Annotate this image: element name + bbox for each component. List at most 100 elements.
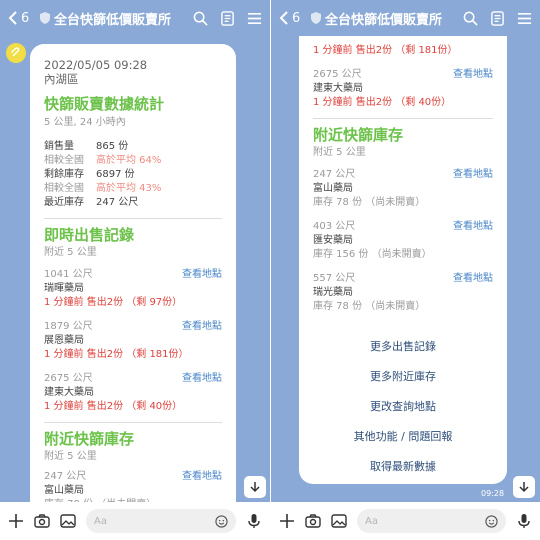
camera-icon[interactable] xyxy=(34,513,50,529)
chat-title[interactable]: 全台快篩低價販賣所 xyxy=(40,9,193,28)
change-location-button[interactable]: 更改查詢地點 xyxy=(313,392,493,422)
view-location-link[interactable]: 查看地點 xyxy=(182,268,222,282)
message-input[interactable]: Aa xyxy=(357,509,506,533)
stock-distance: 247 公尺 xyxy=(313,169,356,180)
plus-icon[interactable] xyxy=(8,513,24,529)
verified-shield-icon xyxy=(311,12,321,24)
stock-distance: 403 公尺 xyxy=(313,221,356,232)
screens: 6 全台快篩低價販賣所 2022/05/05 09:28 內湖區 快篩販賣數據統… xyxy=(0,0,540,540)
divider xyxy=(313,118,493,119)
back-button[interactable]: 6 xyxy=(0,11,40,26)
sale-status: 1 分鐘前 售出2份 （剩 40份） xyxy=(44,401,183,412)
stock-record: 247 公尺 查看地點 富山藥局 庫存 78 份 （尚未開賣） xyxy=(313,168,493,210)
emoji-icon[interactable] xyxy=(485,514,498,528)
image-icon[interactable] xyxy=(60,513,76,529)
stat-value: 6897 份 xyxy=(96,169,135,180)
view-location-link[interactable]: 查看地點 xyxy=(453,68,493,82)
input-placeholder: Aa xyxy=(365,515,378,527)
stat-value: 高於平均 64% xyxy=(96,155,162,166)
stat-value: 865 份 xyxy=(96,141,129,152)
view-location-link[interactable]: 查看地點 xyxy=(453,272,493,286)
unread-count: 6 xyxy=(292,10,301,26)
sale-record: 1041 公尺 查看地點 瑞暉藥局 1 分鐘前 售出2份 （剩 97份） xyxy=(44,268,222,310)
view-location-link[interactable]: 查看地點 xyxy=(182,320,222,334)
report-date: 2022/05/05 09:28 xyxy=(44,58,148,72)
stat-label: 銷售量 xyxy=(44,141,74,152)
notes-icon[interactable] xyxy=(490,10,505,26)
sale-status: 1 分鐘前 售出2份 （剩 40份） xyxy=(313,97,452,108)
stock-title: 附近快篩庫存 xyxy=(313,126,404,144)
scroll-to-bottom-button[interactable] xyxy=(244,476,266,498)
chat-header: 6 全台快篩低價販賣所 xyxy=(271,0,540,36)
message-input[interactable]: Aa xyxy=(86,509,236,533)
sale-distance: 1879 公尺 xyxy=(44,321,93,332)
pharmacy-name: 瑞暉藥局 xyxy=(44,283,84,294)
plus-icon[interactable] xyxy=(279,513,295,529)
stock-scope: 附近 5 公里 xyxy=(313,147,366,158)
search-icon[interactable] xyxy=(193,11,208,26)
notes-icon[interactable] xyxy=(220,10,235,26)
chat-header: 6 全台快篩低價販賣所 xyxy=(0,0,270,36)
camera-icon[interactable] xyxy=(305,513,321,529)
chat-screen-right: 6 全台快篩低價販賣所 1 分鐘前 售出2份 （剩 181份） 2675 公尺 … xyxy=(270,0,540,540)
chat-title-text: 全台快篩低價販賣所 xyxy=(325,12,443,28)
image-icon[interactable] xyxy=(331,513,347,529)
view-location-link[interactable]: 查看地點 xyxy=(182,372,222,386)
paperclip-pin-icon[interactable] xyxy=(6,43,26,63)
view-location-link[interactable]: 查看地點 xyxy=(453,220,493,234)
pharmacy-name: 建東大藥局 xyxy=(313,83,363,94)
message-timestamp: 09:28 xyxy=(481,489,505,498)
refresh-data-button[interactable]: 取得最新數據 xyxy=(313,452,493,482)
pharmacy-name: 建東大藥局 xyxy=(44,387,94,398)
menu-icon[interactable] xyxy=(517,11,532,26)
report-district: 內湖區 xyxy=(44,72,79,86)
arrow-down-icon xyxy=(250,482,260,493)
stock-record: 403 公尺 查看地點 匯安藥局 庫存 156 份 （尚未開賣） xyxy=(313,220,493,262)
other-features-button[interactable]: 其他功能 / 問題回報 xyxy=(313,422,493,452)
arrow-down-icon xyxy=(519,482,529,493)
stats-title: 快篩販賣數據統計 xyxy=(44,95,165,113)
sale-record: 2675 公尺 查看地點 建東大藥局 1 分鐘前 售出2份 （剩 40份） xyxy=(313,68,493,110)
microphone-icon[interactable] xyxy=(516,513,532,529)
menu-icon[interactable] xyxy=(247,11,262,26)
more-sales-button[interactable]: 更多出售記錄 xyxy=(313,332,493,362)
stats-scope: 5 公里, 24 小時內 xyxy=(44,117,126,128)
chat-screen-left: 6 全台快篩低價販賣所 2022/05/05 09:28 內湖區 快篩販賣數據統… xyxy=(0,0,270,540)
sale-status: 1 分鐘前 售出2份 （剩 181份） xyxy=(44,349,189,360)
message-input-bar: Aa xyxy=(271,502,540,540)
sale-status: 1 分鐘前 售出2份 （剩 97份） xyxy=(44,297,183,308)
pharmacy-name: 富山藥局 xyxy=(44,485,84,496)
emoji-icon[interactable] xyxy=(215,514,228,528)
stat-label: 最近庫存 xyxy=(44,197,84,208)
microphone-icon[interactable] xyxy=(246,513,262,529)
stock-distance: 247 公尺 xyxy=(44,471,87,482)
chevron-left-icon xyxy=(8,11,17,25)
back-button[interactable]: 6 xyxy=(271,11,311,26)
view-location-link[interactable]: 查看地點 xyxy=(182,470,222,484)
sales-title: 即時出售記錄 xyxy=(44,226,135,244)
stat-label: 剩餘庫存 xyxy=(44,169,84,180)
view-location-link[interactable]: 查看地點 xyxy=(453,168,493,182)
stat-label: 相較全國 xyxy=(44,183,84,194)
stat-label: 相較全國 xyxy=(44,155,84,166)
message-input-bar: Aa xyxy=(0,502,270,540)
sale-distance: 1041 公尺 xyxy=(44,269,93,280)
sale-distance: 2675 公尺 xyxy=(44,373,93,384)
divider xyxy=(44,422,222,423)
input-placeholder: Aa xyxy=(94,515,107,527)
stats-table: 銷售量 865 份 相較全國 高於平均 64% 剩餘庫存 6897 份 相較全國… xyxy=(44,140,222,210)
chevron-left-icon xyxy=(279,11,288,25)
scroll-to-bottom-button[interactable] xyxy=(513,476,535,498)
pharmacy-name: 富山藥局 xyxy=(313,183,353,194)
sale-distance: 2675 公尺 xyxy=(313,69,362,80)
pharmacy-name: 瑞光藥局 xyxy=(313,287,353,298)
stock-scope: 附近 5 公里 xyxy=(44,451,97,462)
stock-status: 庫存 78 份 （尚未開賣） xyxy=(313,301,426,312)
search-icon[interactable] xyxy=(463,11,478,26)
pharmacy-name: 匯安藥局 xyxy=(313,235,353,246)
more-stock-button[interactable]: 更多附近庫存 xyxy=(313,362,493,392)
chat-title[interactable]: 全台快篩低價販賣所 xyxy=(311,9,463,28)
message-card: 2022/05/05 09:28 內湖區 快篩販賣數據統計 5 公里, 24 小… xyxy=(30,44,236,514)
stock-status: 庫存 78 份 （尚未開賣） xyxy=(313,197,426,208)
stat-value: 247 公尺 xyxy=(96,197,139,208)
